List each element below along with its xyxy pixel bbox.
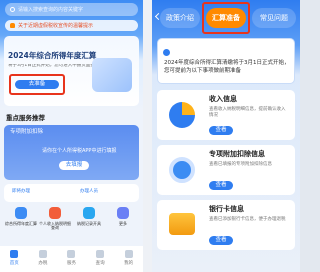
income-icon xyxy=(49,207,61,219)
screenshot: 请输入搜索查询的内容关键字 关于近期虚假税收宣传的温馨提示 2024年综合所得年… xyxy=(0,0,300,272)
nav-tax[interactable]: 办税 xyxy=(31,249,54,269)
income-view-button[interactable]: 查看 xyxy=(209,126,233,135)
tab-faq[interactable]: 常见问题 xyxy=(252,8,296,28)
search-placeholder: 请输入搜索查询的内容关键字 xyxy=(18,7,84,13)
nav-label-tax: 办税 xyxy=(38,261,48,266)
grid-label-annual: 综合所得年度汇算 xyxy=(5,221,37,226)
bank-view-button[interactable]: 查看 xyxy=(209,236,233,245)
hero-illustration xyxy=(92,58,132,92)
nav-home[interactable]: 首页 xyxy=(3,249,26,269)
annual-icon xyxy=(15,207,27,219)
prepare-button[interactable]: 去准备 xyxy=(15,80,59,89)
search-bar[interactable]: 请输入搜索查询的内容关键字 xyxy=(5,3,138,16)
service-grid: 综合所得年度汇算 个人收入纳税明细查询 纳税记录开具 更多 xyxy=(4,205,139,241)
deduction-card-desc: 查看已填报的专项附加扣除信息 xyxy=(209,162,272,167)
income-card: 收入信息 查看收入纳税明细信息，提前确认收入情况 查看 xyxy=(157,90,295,140)
tab-prepare[interactable]: 汇算准备 xyxy=(206,8,246,28)
deduction-card-title: 专项附加扣除信息 xyxy=(209,150,265,158)
notice-text: 关于近期虚假税收宣传的温馨提示 xyxy=(18,23,94,29)
promo-title: 专项附加扣除 xyxy=(10,129,44,135)
income-card-title: 收入信息 xyxy=(209,95,237,103)
grid-label-record: 纳税记录开具 xyxy=(77,221,101,226)
query-icon xyxy=(96,250,105,258)
more-icon xyxy=(117,207,129,219)
prep-banner: 2024年度综合所得汇算清缴将于3月1日正式开始，您可提前为以下事项做前期准备 xyxy=(157,38,295,84)
notice-bar[interactable]: 关于近期虚假税收宣传的温馨提示 xyxy=(5,20,138,31)
tax-icon xyxy=(38,250,47,258)
action-label-2[interactable]: 办理人员 xyxy=(80,189,98,195)
bank-card-desc: 查看已添加银行卡信息，便于办理退税 xyxy=(209,217,286,222)
home-icon xyxy=(10,250,19,258)
bottom-nav: 首页 办税 服务 查询 我的 xyxy=(0,246,143,272)
deduction-view-button[interactable]: 查看 xyxy=(209,181,233,190)
hero-card: 2024年综合所得年度汇算 将于3月1日正式开始，您可进入申报页面提前准备 去准… xyxy=(4,36,139,106)
record-icon xyxy=(83,207,95,219)
bell-icon xyxy=(10,23,15,28)
divider xyxy=(143,0,152,272)
hero-title: 2024年综合所得年度汇算 xyxy=(8,51,97,60)
home-screen: 请输入搜索查询的内容关键字 关于近期虚假税收宣传的温馨提示 2024年综合所得年… xyxy=(0,0,143,272)
section-title: 重点服务推荐 xyxy=(6,114,45,122)
nav-label-query: 查询 xyxy=(95,261,105,266)
promo-text: 请你在个人所得税APP中进行填报 xyxy=(42,148,117,154)
promo-card[interactable]: 专项附加扣除 请你在个人所得税APP中进行填报 去填报 xyxy=(4,125,139,180)
grid-item-annual[interactable]: 综合所得年度汇算 xyxy=(4,205,38,241)
grid-item-record[interactable]: 纳税记录开具 xyxy=(72,205,106,241)
profile-icon xyxy=(124,250,133,258)
promo-button[interactable]: 去填报 xyxy=(59,161,89,170)
prepare-screen: 政策介绍 汇算准备 常见问题 2024年度综合所得汇算清缴将于3月1日正式开始，… xyxy=(152,0,300,272)
tab-policy[interactable]: 政策介绍 xyxy=(160,8,200,28)
nav-label-mine: 我的 xyxy=(124,261,134,266)
clock-icon xyxy=(169,157,195,183)
wallet-icon xyxy=(169,213,195,235)
grid-item-income[interactable]: 个人收入纳税明细查询 xyxy=(38,205,72,241)
nav-label-service: 服务 xyxy=(66,261,76,266)
income-chart-icon xyxy=(169,102,195,128)
nav-label-home: 首页 xyxy=(9,261,19,266)
action-label-1[interactable]: 即将办理 xyxy=(12,189,30,195)
banner-text: 2024年度综合所得汇算清缴将于3月1日正式开始，您可提前为以下事项做前期准备 xyxy=(164,60,290,74)
notice-icon xyxy=(163,49,170,56)
grid-item-more[interactable]: 更多 xyxy=(106,205,139,241)
deduction-card: 专项附加扣除信息 查看已填报的专项附加扣除信息 查看 xyxy=(157,145,295,195)
grid-label-income: 个人收入纳税明细查询 xyxy=(39,221,71,231)
nav-mine[interactable]: 我的 xyxy=(117,249,140,269)
service-icon xyxy=(67,250,76,258)
bank-card: 银行卡信息 查看已添加银行卡信息，便于办理退税 查看 xyxy=(157,200,295,250)
search-icon xyxy=(10,7,15,12)
nav-service[interactable]: 服务 xyxy=(60,249,83,269)
income-card-desc: 查看收入纳税明细信息，提前确认收入情况 xyxy=(209,107,286,118)
bank-card-title: 银行卡信息 xyxy=(209,205,244,213)
action-row: 即将办理 办理人员 xyxy=(4,184,139,202)
grid-label-more: 更多 xyxy=(119,221,127,226)
nav-query[interactable]: 查询 xyxy=(89,249,112,269)
